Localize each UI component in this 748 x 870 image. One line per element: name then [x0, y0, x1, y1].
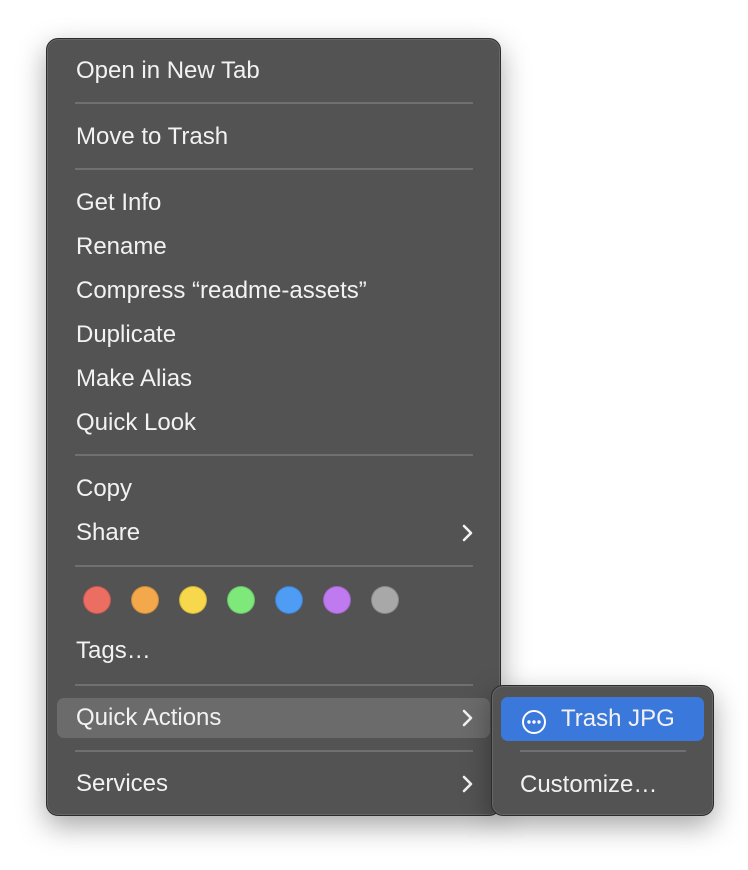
menu-item-quick-look[interactable]: Quick Look: [57, 403, 490, 443]
menu-item-share[interactable]: Share: [57, 513, 490, 553]
menu-item-label: Quick Actions: [76, 704, 222, 731]
submenu-item-label: Customize…: [520, 771, 658, 798]
chevron-right-icon: [462, 698, 474, 738]
menu-item-label: Rename: [76, 233, 167, 260]
menu-item-label: Open in New Tab: [76, 57, 260, 84]
menu-item-tags[interactable]: Tags…: [57, 631, 490, 671]
menu-item-label: Services: [76, 770, 169, 797]
menu-separator: [75, 750, 473, 752]
submenu-item-label: Trash JPG: [561, 705, 675, 732]
tag-color-orange[interactable]: [131, 586, 159, 614]
menu-item-label: Share: [76, 519, 141, 546]
menu-item-label: Get Info: [76, 189, 162, 216]
menu-item-label: Quick Look: [76, 409, 197, 436]
menu-item-quick-actions[interactable]: Quick Actions: [57, 698, 490, 738]
menu-item-copy[interactable]: Copy: [57, 469, 490, 509]
tag-color-red[interactable]: [83, 586, 111, 614]
tag-color-green[interactable]: [227, 586, 255, 614]
menu-item-make-alias[interactable]: Make Alias: [57, 359, 490, 399]
context-menu: Open in New Tab Move to Trash Get Info R…: [46, 38, 501, 816]
menu-item-label: Copy: [76, 475, 133, 502]
submenu-item-customize[interactable]: Customize…: [501, 763, 704, 807]
menu-item-services[interactable]: Services: [57, 764, 490, 804]
menu-item-duplicate[interactable]: Duplicate: [57, 315, 490, 355]
tag-color-purple[interactable]: [323, 586, 351, 614]
tag-color-blue[interactable]: [275, 586, 303, 614]
chevron-right-icon: [462, 513, 474, 553]
menu-item-label: Compress “readme-assets”: [76, 277, 367, 304]
menu-item-open-in-new-tab[interactable]: Open in New Tab: [57, 51, 490, 91]
menu-separator: [75, 168, 473, 170]
menu-item-label: Duplicate: [76, 321, 177, 348]
menu-separator: [75, 454, 473, 456]
menu-separator: [75, 565, 473, 567]
menu-item-move-to-trash[interactable]: Move to Trash: [57, 117, 490, 157]
ellipsis-circle-icon: [521, 706, 547, 734]
menu-item-compress[interactable]: Compress “readme-assets”: [57, 271, 490, 311]
submenu-item-trash-jpg[interactable]: Trash JPG: [501, 697, 704, 741]
menu-item-label: Tags…: [76, 637, 151, 664]
menu-item-label: Make Alias: [76, 365, 193, 392]
chevron-right-icon: [462, 764, 474, 804]
menu-separator: [520, 750, 686, 752]
menu-item-rename[interactable]: Rename: [57, 227, 490, 267]
menu-separator: [75, 102, 473, 104]
menu-item-label: Move to Trash: [76, 123, 229, 150]
tag-color-yellow[interactable]: [179, 586, 207, 614]
menu-item-get-info[interactable]: Get Info: [57, 183, 490, 223]
menu-separator: [75, 684, 473, 686]
quick-actions-submenu: Trash JPG Customize…: [491, 685, 714, 816]
tag-color-gray[interactable]: [371, 586, 399, 614]
